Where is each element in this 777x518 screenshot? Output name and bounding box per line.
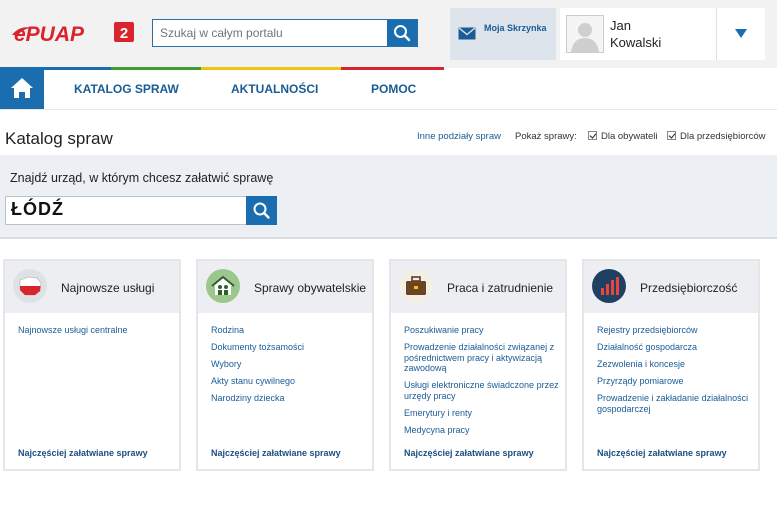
envelope-icon	[458, 27, 476, 40]
portal-search-input[interactable]	[153, 20, 387, 46]
card-title: Sprawy obywatelskie	[254, 281, 367, 295]
search-icon	[253, 202, 270, 219]
svg-text:ePUAP: ePUAP	[14, 23, 85, 46]
card-header: Najnowsze usługi	[5, 261, 179, 313]
user-panel: Jan Kowalski	[560, 8, 765, 60]
mailbox-button[interactable]: Moja Skrzynka	[450, 8, 556, 60]
card-link[interactable]: Narodziny dziecka	[211, 393, 371, 404]
user-name: Jan Kowalski	[610, 17, 710, 51]
filter-citizens-checkbox[interactable]	[588, 131, 597, 140]
card-najnowsze-uslugi: Najnowsze usługi Najnowsze usługi centra…	[3, 259, 181, 471]
filter-citizens-label[interactable]: Dla obywateli	[601, 131, 658, 142]
home-button[interactable]	[0, 68, 44, 110]
card-links: Rodzina Dokumenty tożsamości Wybory Akty…	[211, 325, 371, 410]
card-link[interactable]: Medycyna pracy	[404, 425, 564, 436]
card-praca-i-zatrudnienie: Praca i zatrudnienie Poszukiwanie pracy …	[389, 259, 567, 471]
search-icon	[394, 25, 411, 42]
nav-color-bar	[0, 67, 444, 70]
card-link[interactable]: Rodzina	[211, 325, 371, 336]
find-office-field[interactable]: ŁÓDŹ	[5, 196, 277, 225]
nav-katalog-spraw[interactable]: KATALOG SPRAW	[74, 82, 179, 96]
card-sprawy-obywatelskie: Sprawy obywatelskie Rodzina Dokumenty to…	[196, 259, 374, 471]
card-title: Przedsiębiorczość	[640, 281, 738, 295]
card-links: Najnowsze usługi centralne	[18, 325, 178, 342]
family-house-icon	[206, 269, 240, 303]
card-przedsiebiorczosc: Przedsiębiorczość Rejestry przedsiębiorc…	[582, 259, 760, 471]
card-footer-link[interactable]: Najczęściej załatwiane sprawy	[211, 448, 341, 458]
user-silhouette-icon	[571, 23, 599, 52]
top-header: ePUAP 2 Moja Skrzynka Jan K	[0, 0, 777, 68]
epuap-logo-icon: ePUAP 2	[12, 22, 134, 46]
svg-text:2: 2	[120, 25, 128, 42]
card-header: Przedsiębiorczość	[584, 261, 758, 313]
card-link[interactable]: Najnowsze usługi centralne	[18, 325, 178, 336]
card-header: Sprawy obywatelskie	[198, 261, 372, 313]
epuap-logo[interactable]: ePUAP 2	[10, 20, 136, 46]
card-link[interactable]: Prowadzenie działalności związanej z poś…	[404, 342, 564, 374]
card-link[interactable]: Zezwolenia i koncesje	[597, 359, 757, 370]
card-links: Poszukiwanie pracy Prowadzenie działalno…	[404, 325, 564, 442]
card-link[interactable]: Usługi elektroniczne świadczone przez ur…	[404, 380, 564, 401]
chevron-down-icon	[735, 29, 747, 38]
poland-map-icon	[13, 269, 47, 303]
card-link[interactable]: Dokumenty tożsamości	[211, 342, 371, 353]
card-footer-link[interactable]: Najczęściej załatwiane sprawy	[404, 448, 534, 458]
filter-business-checkbox[interactable]	[667, 131, 676, 140]
other-divisions-link[interactable]: Inne podziały spraw	[417, 131, 501, 142]
bar-chart-icon	[592, 269, 626, 303]
card-link[interactable]: Działalność gospodarcza	[597, 342, 757, 353]
card-title: Najnowsze usługi	[61, 281, 155, 295]
card-link[interactable]: Poszukiwanie pracy	[404, 325, 564, 336]
portal-search	[152, 19, 418, 47]
user-last-name: Kowalski	[610, 35, 662, 50]
find-office-section: Znajdź urząd, w którym chcesz załatwić s…	[0, 155, 777, 239]
page-title: Katalog spraw	[5, 129, 113, 148]
card-footer-link[interactable]: Najczęściej załatwiane sprawy	[18, 448, 148, 458]
find-office-input[interactable]: ŁÓDŹ	[11, 199, 64, 220]
show-cases-label: Pokaż sprawy:	[515, 131, 577, 142]
filter-business-label[interactable]: Dla przedsiębiorców	[680, 131, 766, 142]
nav-aktualnosci[interactable]: AKTUALNOŚCI	[231, 82, 318, 96]
home-icon	[11, 78, 33, 98]
card-link[interactable]: Przyrządy pomiarowe	[597, 376, 757, 387]
card-footer-link[interactable]: Najczęściej załatwiane sprawy	[597, 448, 727, 458]
card-header: Praca i zatrudnienie	[391, 261, 565, 313]
find-office-label: Znajdź urząd, w którym chcesz załatwić s…	[10, 171, 274, 185]
card-link[interactable]: Wybory	[211, 359, 371, 370]
mailbox-label: Moja Skrzynka	[484, 23, 547, 33]
card-title: Praca i zatrudnienie	[447, 281, 554, 295]
avatar[interactable]	[566, 15, 604, 53]
user-first-name: Jan	[610, 18, 631, 33]
nav-divider	[0, 109, 777, 110]
user-menu-toggle[interactable]	[717, 8, 765, 60]
find-office-search-button[interactable]	[246, 196, 277, 225]
card-link[interactable]: Emerytury i renty	[404, 408, 564, 419]
card-links: Rejestry przedsiębiorców Działalność gos…	[597, 325, 757, 421]
card-link[interactable]: Akty stanu cywilnego	[211, 376, 371, 387]
card-link[interactable]: Rejestry przedsiębiorców	[597, 325, 757, 336]
nav-pomoc[interactable]: POMOC	[371, 82, 416, 96]
briefcase-icon	[399, 269, 433, 303]
card-link[interactable]: Prowadzenie i zakładanie działalności go…	[597, 393, 757, 414]
portal-search-button[interactable]	[387, 20, 417, 46]
